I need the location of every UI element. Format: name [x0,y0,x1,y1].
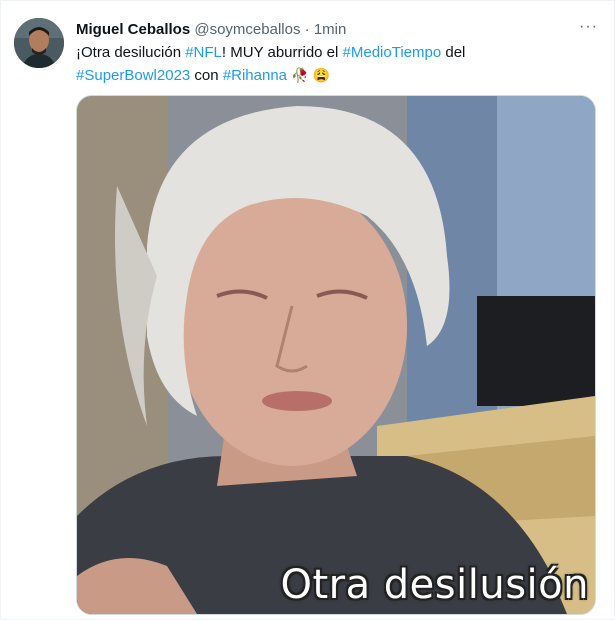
weary-face-emoji: 😩 [312,67,331,83]
separator: · [304,21,310,38]
hashtag-mediotiempo[interactable]: #MedioTiempo [343,44,442,61]
meme-caption: Otra desilusión [280,562,589,608]
tweet-header: Miguel Ceballos @soymceballos · 1min [76,20,574,40]
hashtag-superbowl2023[interactable]: #SuperBowl2023 [76,67,190,84]
timestamp[interactable]: 1min [314,21,347,38]
text-segment: con [190,67,223,84]
more-options-icon[interactable]: ··· [579,17,598,37]
tweet-card[interactable]: Miguel Ceballos @soymceballos · 1min ···… [0,0,615,620]
avatar[interactable] [14,18,64,68]
hashtag-nfl[interactable]: #NFL [185,44,222,61]
author-handle[interactable]: @soymceballos [194,21,300,38]
meme-illustration [77,96,595,614]
text-segment: ¡Otra desilución [76,44,186,61]
author-name[interactable]: Miguel Ceballos [76,21,190,38]
text-segment: del [441,44,466,61]
tweet-media-image[interactable]: Otra desilusión [76,95,596,615]
hashtag-rihanna[interactable]: #Rihanna [223,67,287,84]
text-segment: ! MUY aburrido el [221,44,343,61]
wilted-flower-emoji: 🥀 [291,67,309,83]
tweet-text: ¡Otra desilución #NFL! MUY aburrido el #… [76,42,596,87]
